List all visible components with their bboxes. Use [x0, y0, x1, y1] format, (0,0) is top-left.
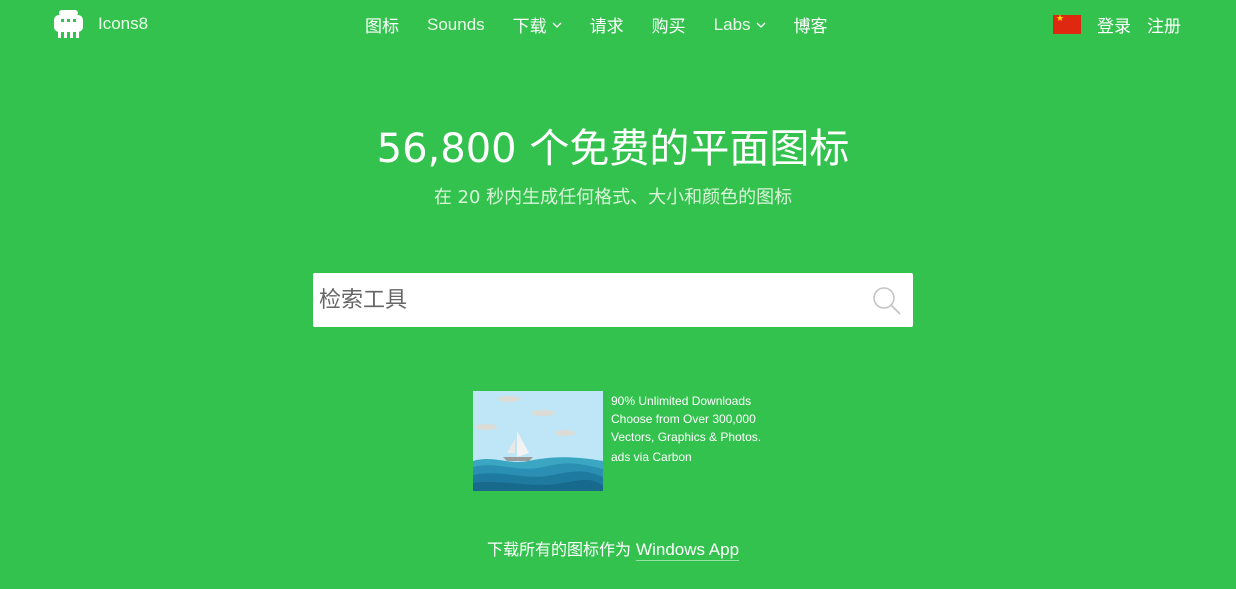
hero-subtitle: 在 20 秒内生成任何格式、大小和颜色的图标: [433, 187, 793, 208]
hero-title: 56,800 个免费的平面图标: [376, 126, 850, 172]
flag-star-icon: ★: [1056, 14, 1065, 24]
register-link[interactable]: 注册: [1147, 12, 1181, 37]
nav-item-buy[interactable]: 购买: [652, 12, 686, 37]
nav-item-request[interactable]: 请求: [590, 12, 624, 37]
nav-item-label: 图标: [365, 17, 399, 37]
chevron-down-icon: [756, 22, 766, 28]
search-box[interactable]: [313, 273, 913, 327]
ad-line: 90% Unlimited Downloads: [611, 394, 752, 408]
download-app-line: 下载所有的图标作为 Windows App: [0, 536, 1226, 561]
ad-sailboat-image[interactable]: [473, 391, 603, 491]
ad-line: Vectors, Graphics & Photos.: [611, 430, 762, 444]
nav-item-label: Sounds: [427, 14, 485, 34]
top-navigation-bar: Icons8 图标 Sounds 下载 请求 购买 Labs 博客 ★ 登录 注…: [0, 0, 1236, 48]
nav-item-download[interactable]: 下载: [513, 12, 562, 37]
nav-item-label: 博客: [793, 17, 828, 37]
header-right: ★ 登录 注册: [1053, 12, 1181, 37]
chevron-down-icon: [552, 22, 562, 28]
ad-copy-link[interactable]: 90% Unlimited Downloads Choose from Over…: [611, 392, 781, 446]
login-link[interactable]: 登录: [1097, 12, 1131, 37]
icons8-robot-logo-icon: [54, 10, 83, 38]
nav-item-blog[interactable]: 博客: [794, 12, 828, 37]
search-input[interactable]: [319, 281, 859, 319]
windows-app-link[interactable]: Windows App: [636, 540, 740, 561]
nav-item-sounds[interactable]: Sounds: [427, 15, 485, 35]
nav-item-label: 请求: [589, 17, 624, 37]
main-nav: 图标 Sounds 下载 请求 购买 Labs 博客: [365, 12, 856, 38]
nav-item-label: 下载: [512, 17, 547, 37]
carbon-ad: 90% Unlimited Downloads Choose from Over…: [473, 391, 773, 491]
nav-item-label: 购买: [651, 17, 686, 37]
ad-via-carbon-link[interactable]: ads via Carbon: [611, 450, 692, 464]
brand-name: Icons8: [98, 14, 149, 33]
ad-line: Choose from Over 300,000: [611, 412, 756, 426]
nav-item-label: Labs: [713, 14, 751, 34]
nav-item-labs[interactable]: Labs: [714, 15, 766, 35]
nav-item-icons[interactable]: 图标: [365, 12, 399, 37]
brand-logo-link[interactable]: Icons8: [53, 9, 148, 39]
search-icon[interactable]: [871, 285, 903, 317]
china-flag-icon[interactable]: ★: [1053, 15, 1081, 34]
download-prefix: 下载所有的图标作为: [486, 540, 631, 559]
